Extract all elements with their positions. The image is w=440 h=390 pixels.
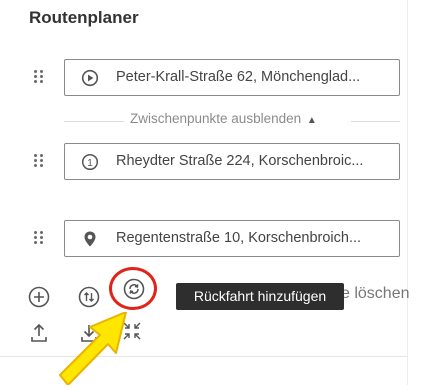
drag-handle-stop-3[interactable] bbox=[34, 231, 44, 245]
route-stop-field-3[interactable]: Regentenstraße 10, Korschenbroich... bbox=[64, 220, 400, 257]
pointer-arrow-annotation bbox=[56, 311, 142, 386]
export-button[interactable] bbox=[27, 321, 51, 345]
drag-handle-stop-2[interactable] bbox=[34, 154, 44, 168]
route-stop-field-2[interactable]: 1 Rheydter Straße 224, Korschenbroic... bbox=[64, 143, 400, 180]
swap-route-button[interactable] bbox=[77, 285, 101, 309]
divider-line-left bbox=[64, 121, 124, 122]
tooltip-return-trip: Rückfahrt hinzufügen bbox=[176, 283, 344, 310]
waypoint-number-icon: 1 bbox=[81, 153, 99, 171]
toggle-waypoints-label: Zwischenpunkte ausblenden bbox=[130, 111, 302, 126]
add-circle-icon bbox=[27, 285, 51, 309]
route-stop-address: Regentenstraße 10, Korschenbroich... bbox=[116, 230, 362, 246]
start-marker-icon bbox=[81, 69, 99, 87]
swap-arrows-icon bbox=[77, 285, 101, 309]
waypoint-number: 1 bbox=[87, 158, 93, 169]
collapse-arrow-icon: ▲ bbox=[306, 115, 317, 126]
highlight-circle bbox=[109, 267, 157, 310]
panel-border bbox=[407, 0, 408, 385]
route-stop-address: Peter-Krall-Straße 62, Mönchenglad... bbox=[116, 69, 361, 85]
destination-pin-icon bbox=[81, 230, 99, 248]
divider-line-right bbox=[351, 121, 400, 122]
toggle-waypoints-link[interactable]: Zwischenpunkte ausblenden ▲ bbox=[130, 111, 317, 126]
route-stop-field-1[interactable]: Peter-Krall-Straße 62, Mönchenglad... bbox=[64, 59, 400, 96]
panel-title: Routenplaner bbox=[29, 8, 139, 27]
upload-icon bbox=[27, 321, 51, 345]
add-stop-button[interactable] bbox=[27, 285, 51, 309]
drag-handle-stop-1[interactable] bbox=[34, 70, 44, 84]
route-stop-address: Rheydter Straße 224, Korschenbroic... bbox=[116, 153, 364, 169]
delete-route-label[interactable]: e löschen bbox=[341, 285, 410, 303]
